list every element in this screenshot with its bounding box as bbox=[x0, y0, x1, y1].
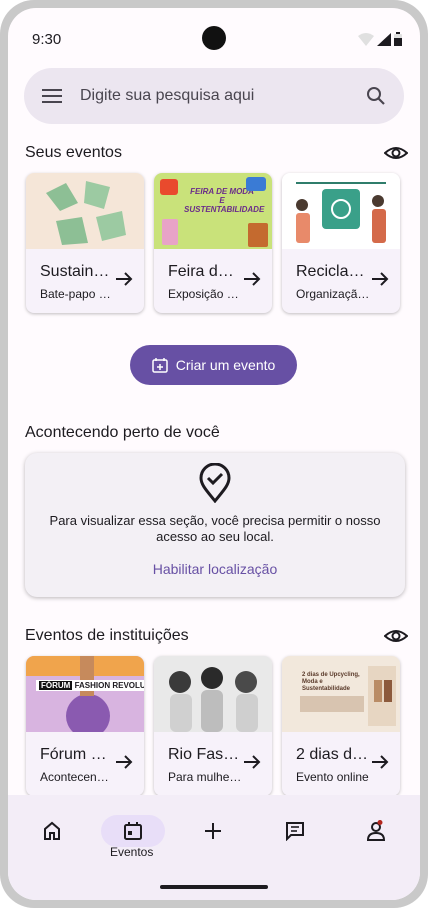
event-title: Reciclagem bbox=[296, 263, 370, 280]
arrow-right-icon[interactable] bbox=[114, 752, 134, 772]
nearby-title: Acontecendo perto de você bbox=[25, 424, 220, 441]
event-subtitle: Exposição de moda sustentável bbox=[168, 287, 242, 301]
poster-label: FÓRUM bbox=[39, 681, 73, 690]
location-permission-card: Para visualizar essa seção, você precisa… bbox=[25, 453, 405, 597]
event-card[interactable]: FEIRA DE MODA E SUSTENTABILIDADE Feira d… bbox=[154, 173, 272, 313]
event-subtitle: Bate-papo sobre sustentabilidade bbox=[40, 287, 114, 301]
arrow-right-icon[interactable] bbox=[114, 269, 134, 289]
event-title: Rio Fashion bbox=[168, 746, 242, 763]
event-subtitle: Para mulheres bbox=[168, 770, 242, 784]
device-frame: 9:30 Digite sua pesquisa aqui Seus event… bbox=[0, 0, 428, 908]
calendar-add-icon bbox=[151, 358, 168, 373]
home-indicator[interactable] bbox=[160, 885, 268, 889]
event-subtitle: Acontecendo agora bbox=[40, 770, 114, 784]
nav-events-label: Eventos bbox=[110, 845, 154, 859]
event-card[interactable]: 2 dias de Upcycling, Moda e Sustentabili… bbox=[282, 656, 400, 796]
battery-icon bbox=[394, 32, 402, 46]
event-title: Fórum Fashion Revolution bbox=[40, 746, 114, 763]
event-image-fashion-fair: FEIRA DE MODA E SUSTENTABILIDADE bbox=[154, 173, 272, 249]
create-event-label: Criar um evento bbox=[175, 357, 276, 373]
event-image-fashion-revolution: FÓRUM FASHION REVOLUTION bbox=[26, 656, 144, 732]
event-image-rio-fashion bbox=[154, 656, 272, 732]
calendar-icon bbox=[124, 822, 142, 840]
enable-location-link[interactable]: Habilitar localização bbox=[25, 561, 405, 577]
event-card[interactable]: Sustainability Bate-papo sobre sustentab… bbox=[26, 173, 144, 313]
institutions-title: Eventos de instituições bbox=[25, 627, 189, 644]
nav-add[interactable] bbox=[185, 815, 241, 847]
event-title: 2 dias de Upcycling bbox=[296, 746, 370, 763]
add-icon bbox=[205, 823, 221, 839]
arrow-right-icon[interactable] bbox=[242, 269, 262, 289]
nav-events[interactable] bbox=[101, 815, 165, 847]
arrow-right-icon[interactable] bbox=[242, 752, 262, 772]
app-screen: 9:30 Digite sua pesquisa aqui Seus event… bbox=[8, 8, 420, 900]
menu-icon[interactable] bbox=[24, 68, 80, 124]
search-placeholder[interactable]: Digite sua pesquisa aqui bbox=[80, 87, 348, 105]
event-card[interactable]: Rio Fashion Para mulheres bbox=[154, 656, 272, 796]
home-icon bbox=[44, 821, 60, 840]
arrow-right-icon[interactable] bbox=[370, 752, 390, 772]
event-subtitle: Organização de reciclagem bbox=[296, 287, 370, 301]
signal-icon bbox=[377, 33, 391, 46]
event-subtitle: Evento online bbox=[296, 770, 369, 784]
event-card[interactable]: Reciclagem Organização de reciclagem bbox=[282, 173, 400, 313]
nav-messages[interactable] bbox=[267, 815, 323, 847]
arrow-right-icon[interactable] bbox=[370, 269, 390, 289]
visibility-icon[interactable] bbox=[384, 624, 408, 648]
bottom-navigation: Eventos bbox=[8, 795, 420, 900]
nav-home[interactable] bbox=[24, 815, 80, 847]
event-title: Feira de Moda bbox=[168, 263, 242, 280]
wifi-icon bbox=[358, 33, 374, 46]
event-image-recycling bbox=[282, 173, 400, 249]
event-image-recycle bbox=[26, 173, 144, 249]
search-icon[interactable] bbox=[348, 68, 404, 124]
status-bar: 9:30 bbox=[8, 8, 420, 68]
camera-cutout bbox=[202, 26, 226, 50]
institution-events-list: FÓRUM FASHION REVOLUTION Fórum Fashion R… bbox=[26, 656, 400, 796]
create-event-button[interactable]: Criar um evento bbox=[130, 345, 297, 385]
my-events-title: Seus eventos bbox=[25, 144, 122, 161]
my-events-list: Sustainability Bate-papo sobre sustentab… bbox=[26, 173, 400, 313]
location-check-icon bbox=[199, 463, 231, 503]
nav-profile[interactable] bbox=[348, 815, 404, 847]
chat-icon bbox=[286, 822, 304, 841]
status-icons bbox=[358, 32, 402, 46]
location-message: Para visualizar essa seção, você precisa… bbox=[49, 513, 381, 544]
event-card[interactable]: FÓRUM FASHION REVOLUTION Fórum Fashion R… bbox=[26, 656, 144, 796]
profile-icon bbox=[366, 820, 386, 841]
event-image-upcycling: 2 dias de Upcycling, Moda e Sustentabili… bbox=[282, 656, 400, 732]
event-title: Sustainability bbox=[40, 263, 114, 280]
poster-label: FASHION REVOLUTION bbox=[74, 681, 144, 690]
visibility-icon[interactable] bbox=[384, 141, 408, 165]
search-bar[interactable]: Digite sua pesquisa aqui bbox=[24, 68, 404, 124]
status-time: 9:30 bbox=[32, 31, 62, 48]
